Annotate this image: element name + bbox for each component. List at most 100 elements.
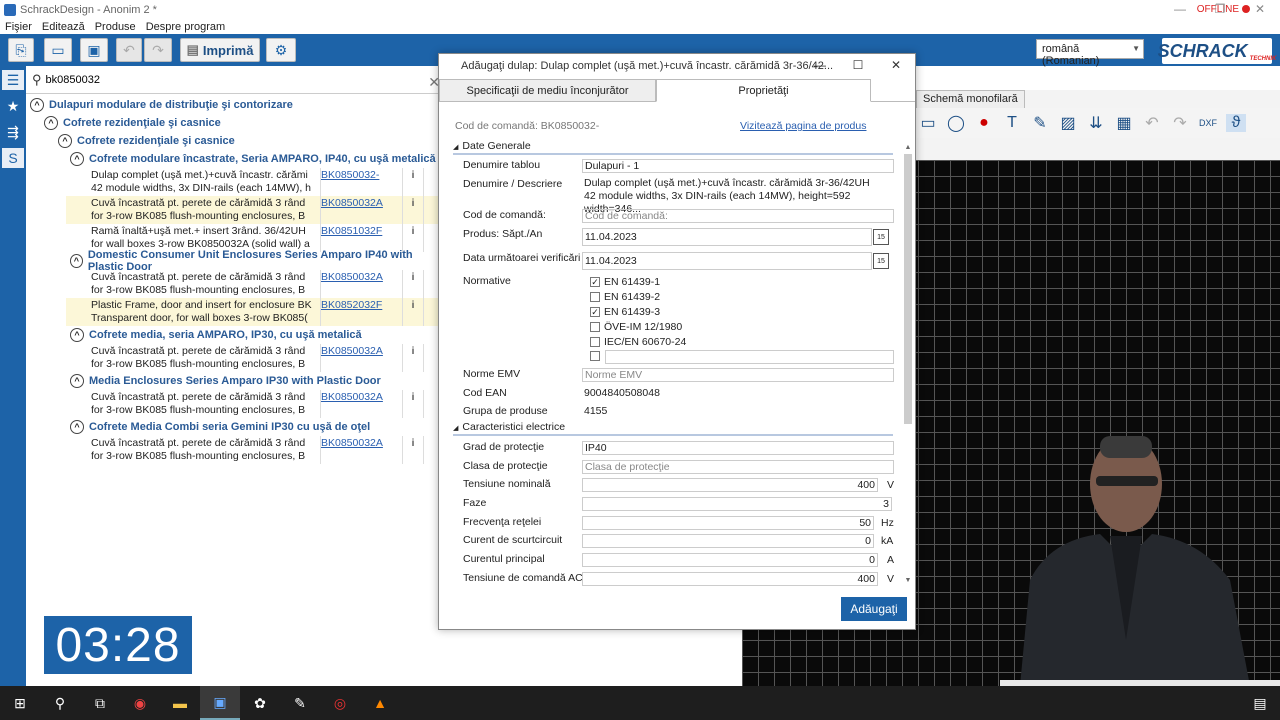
windows-start-icon[interactable]: ⊞: [0, 686, 40, 720]
info-icon[interactable]: i: [402, 436, 424, 464]
dialog-scrollbar[interactable]: ▲ ▼: [903, 144, 913, 584]
image-icon[interactable]: ▨: [1058, 113, 1078, 133]
redo-icon[interactable]: ↷: [144, 38, 172, 62]
info-icon[interactable]: i: [402, 298, 424, 326]
close-button[interactable]: ✕: [1240, 0, 1280, 18]
info-icon[interactable]: i: [402, 344, 424, 372]
language-select[interactable]: română (Romanian) ▼: [1036, 39, 1144, 67]
tree-group[interactable]: ^ Domestic Consumer Unit Enclosures Serie…: [70, 249, 442, 273]
product-code-link[interactable]: BK0850032A: [321, 197, 404, 210]
menu-about[interactable]: Despre program: [141, 20, 230, 34]
product-code-link[interactable]: BK0852032F: [321, 299, 404, 312]
dot-icon[interactable]: ●: [974, 114, 994, 132]
rated-voltage-field[interactable]: 400: [582, 478, 878, 492]
calendar-icon[interactable]: 15: [873, 229, 889, 245]
menu-file[interactable]: Fişier: [0, 20, 37, 34]
list-item[interactable]: Cuvă încastrată pt. perete de cărămidă 3…: [66, 344, 442, 372]
tree-group[interactable]: ^ Cofrete Media Combi seria Gemini IP30 c…: [70, 418, 442, 436]
norm-checkbox-custom[interactable]: [590, 351, 604, 361]
list-item[interactable]: Plastic Frame, door and insert for enclo…: [66, 298, 442, 326]
checkbox-empty-icon[interactable]: [590, 351, 600, 361]
ruler-icon[interactable]: ✎: [1030, 113, 1050, 133]
section-general[interactable]: ◢ Date Generale: [453, 140, 893, 155]
task-view-icon[interactable]: ⧉: [80, 686, 120, 720]
print-button[interactable]: ▤ Imprimă: [180, 38, 260, 62]
tab-properties[interactable]: Proprietăţi: [656, 79, 871, 102]
phases-field[interactable]: 3: [582, 497, 892, 511]
table-icon[interactable]: ▦: [1114, 113, 1134, 133]
collapse-icon[interactable]: ^: [70, 420, 84, 434]
product-code-link[interactable]: BK0850032A: [321, 345, 404, 358]
favorites-star-icon[interactable]: ★: [2, 96, 24, 116]
collapse-icon[interactable]: ^: [70, 152, 84, 166]
checkbox-checked-icon[interactable]: ✓: [590, 277, 600, 287]
tree-level1[interactable]: ^ Cofrete rezidenţiale şi casnice: [44, 114, 442, 132]
emc-norms-field[interactable]: Norme EMV: [582, 368, 894, 382]
save-icon[interactable]: ▣: [80, 38, 108, 62]
section-electrical[interactable]: ◢ Caracteristici electrice: [453, 421, 893, 436]
file-explorer-icon[interactable]: ▬: [160, 686, 200, 720]
control-voltage-field[interactable]: 400: [582, 572, 878, 586]
list-item[interactable]: Cuvă încastrată pt. perete de cărămidă 3…: [66, 196, 442, 224]
arrows-down-icon[interactable]: ⇊: [1086, 113, 1106, 133]
add-button[interactable]: Adăugaţi: [841, 597, 907, 621]
menu-edit[interactable]: Editează: [37, 20, 90, 34]
custom-norm-field[interactable]: [605, 350, 894, 364]
checkbox-empty-icon[interactable]: [590, 337, 600, 347]
norm-checkbox-4[interactable]: ÖVE-IM 12/1980: [590, 321, 682, 333]
list-item[interactable]: Dulap complet (uşă met.)+cuvă încastr. c…: [66, 168, 442, 196]
protection-class-field[interactable]: Clasa de protecţie: [582, 460, 894, 474]
notifications-icon[interactable]: ▤: [1240, 686, 1280, 720]
description-field[interactable]: Dulap complet (uşă met.)+cuvă încastr. c…: [582, 177, 894, 215]
norm-checkbox-3[interactable]: ✓ EN 61439-3: [590, 306, 660, 318]
calendar-icon[interactable]: 15: [873, 253, 889, 269]
list-item[interactable]: Cuvă încastrată pt. perete de cărămidă 3…: [66, 436, 442, 464]
info-icon[interactable]: i: [402, 270, 424, 298]
minimize-button[interactable]: —: [1160, 0, 1200, 18]
info-icon[interactable]: i: [402, 196, 424, 224]
list-item[interactable]: Cuvă încastrată pt. perete de cărămidă 3…: [66, 390, 442, 418]
app-icon-recorder[interactable]: ◎: [320, 686, 360, 720]
search-input[interactable]: [45, 73, 406, 86]
collapse-icon[interactable]: ^: [30, 98, 44, 112]
circle-icon[interactable]: ◯: [946, 113, 966, 133]
checkbox-empty-icon[interactable]: [590, 292, 600, 302]
collapse-icon[interactable]: ^: [58, 134, 72, 148]
norm-checkbox-1[interactable]: ✓ EN 61439-1: [590, 276, 660, 288]
redo-icon[interactable]: ↷: [1170, 113, 1190, 133]
scroll-down-icon[interactable]: ▼: [903, 577, 913, 584]
product-code-link[interactable]: BK0850032A: [321, 271, 404, 284]
app-icon-pen[interactable]: ✎: [280, 686, 320, 720]
tab-environment[interactable]: Specificaţii de mediu înconjurător: [439, 79, 656, 102]
catalog-search-icon[interactable]: ☰: [2, 70, 24, 90]
tab-single-line-diagram[interactable]: Schemă monofilară: [916, 90, 1025, 108]
collapse-icon[interactable]: ^: [70, 374, 84, 388]
text-icon[interactable]: T: [1002, 114, 1022, 132]
scroll-up-icon[interactable]: ▲: [903, 144, 913, 151]
new-project-icon[interactable]: ⎘: [8, 38, 34, 62]
schrack-s-icon[interactable]: S: [2, 148, 24, 168]
order-code-field[interactable]: Cod de comandă:: [582, 209, 894, 223]
production-week-field[interactable]: 11.04.2023: [582, 228, 872, 246]
maximize-button[interactable]: ❐: [1200, 0, 1240, 18]
collapse-icon[interactable]: ^: [70, 254, 83, 268]
app-icon-paint[interactable]: ✿: [240, 686, 280, 720]
product-page-link[interactable]: Vizitează pagina de produs: [740, 120, 866, 132]
norm-checkbox-2[interactable]: EN 61439-2: [590, 291, 660, 303]
product-code-link[interactable]: BK0850032A: [321, 437, 404, 450]
undo-icon[interactable]: ↶: [1142, 113, 1162, 133]
list-arrow-icon[interactable]: ⇶: [2, 122, 24, 142]
cursor-tool-icon[interactable]: ϑ: [1226, 114, 1246, 132]
checkbox-checked-icon[interactable]: ✓: [590, 307, 600, 317]
norm-checkbox-5[interactable]: IEC/EN 60670-24: [590, 336, 686, 348]
list-item[interactable]: Ramă înaltă+uşă met.+ insert 3rând. 36/4…: [66, 224, 442, 252]
chrome-icon[interactable]: ◉: [120, 686, 160, 720]
dialog-close-button[interactable]: ✕: [877, 54, 915, 76]
main-current-field[interactable]: 0: [582, 553, 878, 567]
panel-name-field[interactable]: Dulapuri - 1: [582, 159, 894, 173]
dialog-minimize-button[interactable]: —: [801, 54, 839, 76]
menu-products[interactable]: Produse: [90, 20, 141, 34]
protection-degree-field[interactable]: IP40: [582, 441, 894, 455]
next-check-date-field[interactable]: 11.04.2023: [582, 252, 872, 270]
scroll-thumb[interactable]: [904, 154, 912, 424]
